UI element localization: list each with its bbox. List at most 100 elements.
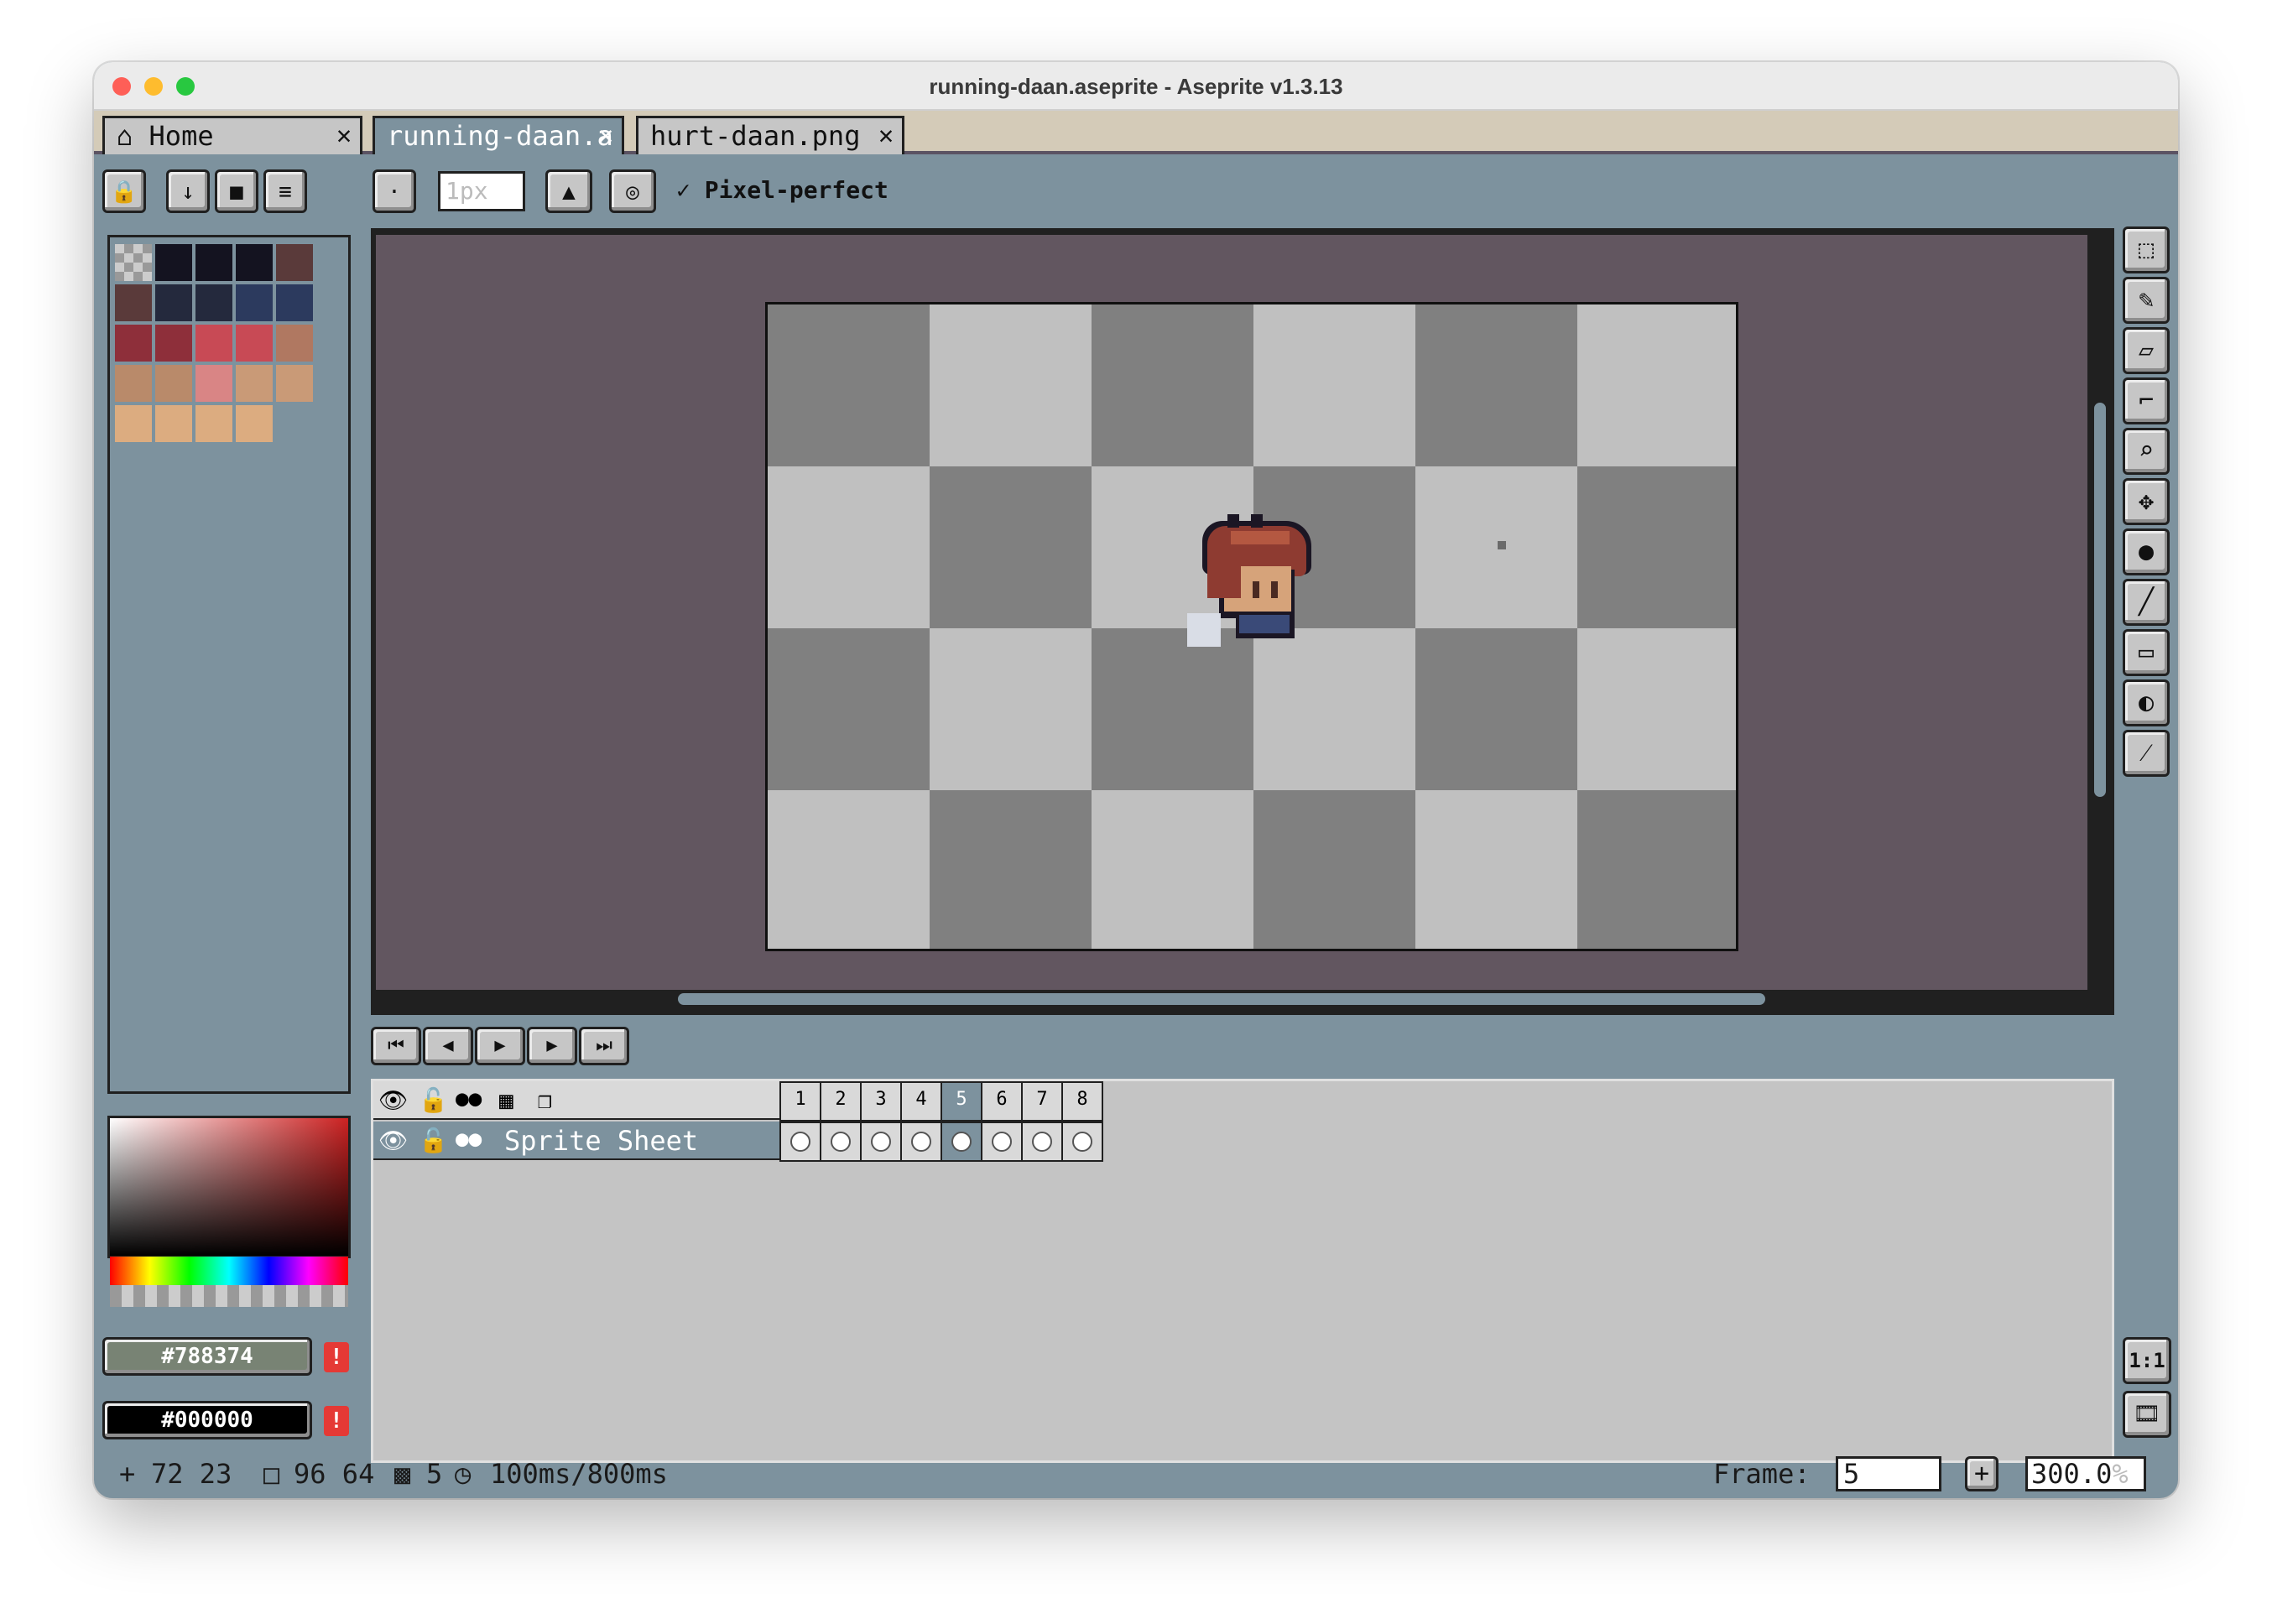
frame-header[interactable]: 4 [900, 1081, 942, 1122]
hue-slider[interactable] [110, 1257, 348, 1285]
sprite-canvas[interactable] [765, 302, 1738, 951]
frame-header[interactable]: 5 [941, 1081, 982, 1122]
tab-home[interactable]: ⌂ Home ✕ [102, 116, 362, 154]
selection-size-icon: □ [263, 1458, 280, 1490]
palette-swatch[interactable] [195, 405, 232, 442]
palette-swatch[interactable] [236, 244, 273, 281]
tool-bar: ⬚ ✎ ▱ ⌐ ⌕ ✥ ● ╱ ▭ ◐ ⁄ [2123, 226, 2173, 847]
onion-skin-icon[interactable]: ❐ [538, 1086, 552, 1114]
palette-swatch[interactable] [115, 325, 152, 362]
continuous-icon[interactable]: ●● [456, 1127, 482, 1152]
alpha-slider[interactable] [110, 1285, 348, 1307]
frame-header[interactable]: 2 [820, 1081, 862, 1122]
palette-swatch[interactable] [155, 325, 192, 362]
tool-blur-button[interactable]: ⁄ [2123, 730, 2170, 777]
layer-name[interactable]: Sprite Sheet [504, 1125, 698, 1157]
brush-type-button[interactable]: · [373, 169, 416, 213]
tool-move-button[interactable]: ✥ [2123, 478, 2170, 525]
cel[interactable] [900, 1122, 942, 1162]
close-tab-icon[interactable]: ✕ [336, 118, 352, 154]
eye-icon[interactable]: 👁 [378, 1127, 409, 1154]
previous-frame-button[interactable]: ◀ [423, 1027, 473, 1065]
cel[interactable] [1021, 1122, 1063, 1162]
frame-input[interactable]: 5 [1836, 1456, 1941, 1491]
first-frame-button[interactable]: ⏮ [371, 1027, 421, 1065]
brush-size-input[interactable]: 1px [438, 171, 525, 211]
frame-header[interactable]: 6 [981, 1081, 1023, 1122]
palette-swatch[interactable] [276, 244, 313, 281]
palette-options-button[interactable]: ≡ [263, 169, 307, 213]
palette-swatch[interactable] [276, 365, 313, 402]
foreground-color-button[interactable]: #788374 [102, 1337, 312, 1376]
palette-swatch[interactable] [236, 325, 273, 362]
lock-icon[interactable]: 🔓 [419, 1086, 448, 1114]
palette-swatch[interactable] [155, 284, 192, 321]
tool-rectangle-button[interactable]: ▭ [2123, 629, 2170, 676]
play-button[interactable]: ▶ [475, 1027, 525, 1065]
palette-swatch[interactable] [236, 284, 273, 321]
layer-row[interactable]: 👁 🔓 ●● Sprite Sheet [373, 1122, 779, 1160]
palette-swatch[interactable] [236, 365, 273, 402]
palette-sort-button[interactable]: ↓ [166, 169, 210, 213]
unlock-icon[interactable]: 🔓 [419, 1127, 448, 1154]
palette-swatch[interactable] [115, 405, 152, 442]
close-tab-icon[interactable]: ✕ [878, 118, 894, 154]
tool-pencil-button[interactable]: ✎ [2123, 277, 2170, 324]
cel[interactable] [1061, 1122, 1103, 1162]
palette-swatch[interactable] [155, 365, 192, 402]
palette-swatch[interactable] [195, 244, 232, 281]
palette-swatch[interactable] [115, 365, 152, 402]
palette-swatch[interactable] [276, 284, 313, 321]
warning-icon[interactable]: ! [324, 1406, 349, 1436]
palette-swatch[interactable] [276, 325, 313, 362]
tool-rectangular-marquee-button[interactable]: ⬚ [2123, 226, 2170, 273]
symmetry-button[interactable]: ◎ [609, 169, 656, 213]
layer-group-icon[interactable]: ▦ [499, 1086, 513, 1114]
timeline-toggle-button[interactable]: 🎞 [2123, 1391, 2171, 1438]
tool-eyedropper-button[interactable]: ⌐ [2123, 377, 2170, 424]
tool-zoom-button[interactable]: ⌕ [2123, 428, 2170, 475]
tool-paint-bucket-button[interactable]: ● [2123, 528, 2170, 575]
cel[interactable] [779, 1122, 821, 1162]
pixel-perfect-checkbox[interactable]: ✓ Pixel-perfect [676, 176, 888, 204]
palette-swatch[interactable] [115, 284, 152, 321]
palette-swatch[interactable] [155, 244, 192, 281]
cel[interactable] [860, 1122, 902, 1162]
zoom-input[interactable]: 300.0% [2025, 1456, 2146, 1491]
color-picker-field[interactable] [107, 1116, 351, 1258]
checker-cell [1577, 790, 1736, 949]
horizontal-scrollbar[interactable] [678, 993, 1765, 1005]
tool-line-button[interactable]: ╱ [2123, 579, 2170, 626]
lock-icon: 🔒 [110, 180, 138, 205]
tool-eraser-button[interactable]: ▱ [2123, 327, 2170, 374]
last-frame-button[interactable]: ⏭ [579, 1027, 629, 1065]
vertical-scrollbar[interactable] [2094, 403, 2106, 797]
cel[interactable] [981, 1122, 1023, 1162]
cel[interactable] [941, 1122, 982, 1162]
palette-presets-button[interactable]: ■ [215, 169, 258, 213]
add-frame-button[interactable]: + [1965, 1456, 1998, 1491]
palette-swatch[interactable] [195, 325, 232, 362]
close-tab-icon[interactable]: ✕ [598, 118, 613, 154]
next-frame-button[interactable]: ▶ [527, 1027, 577, 1065]
cel[interactable] [820, 1122, 862, 1162]
palette-swatch[interactable] [115, 244, 152, 281]
tab-hurt-daan[interactable]: hurt-daan.png ✕ [636, 116, 904, 154]
palette-swatch[interactable] [195, 284, 232, 321]
zoom-1to1-button[interactable]: 1:1 [2123, 1337, 2171, 1384]
palette-lock-button[interactable]: 🔒 [102, 169, 146, 213]
tab-running-daan[interactable]: running-daan.a ✕ [373, 116, 624, 154]
frame-header[interactable]: 7 [1021, 1081, 1063, 1122]
warning-icon[interactable]: ! [324, 1342, 349, 1372]
eye-icon[interactable]: 👁 [378, 1086, 409, 1114]
palette-swatch[interactable] [236, 405, 273, 442]
frame-header[interactable]: 8 [1061, 1081, 1103, 1122]
ink-type-button[interactable]: ▲ [545, 169, 592, 213]
palette-swatch[interactable] [155, 405, 192, 442]
frame-header[interactable]: 3 [860, 1081, 902, 1122]
continuous-icon[interactable]: ●● [456, 1086, 482, 1111]
palette-swatch[interactable] [195, 365, 232, 402]
frame-header[interactable]: 1 [779, 1081, 821, 1122]
tool-contour-button[interactable]: ◐ [2123, 679, 2170, 726]
background-color-button[interactable]: #000000 [102, 1401, 312, 1439]
